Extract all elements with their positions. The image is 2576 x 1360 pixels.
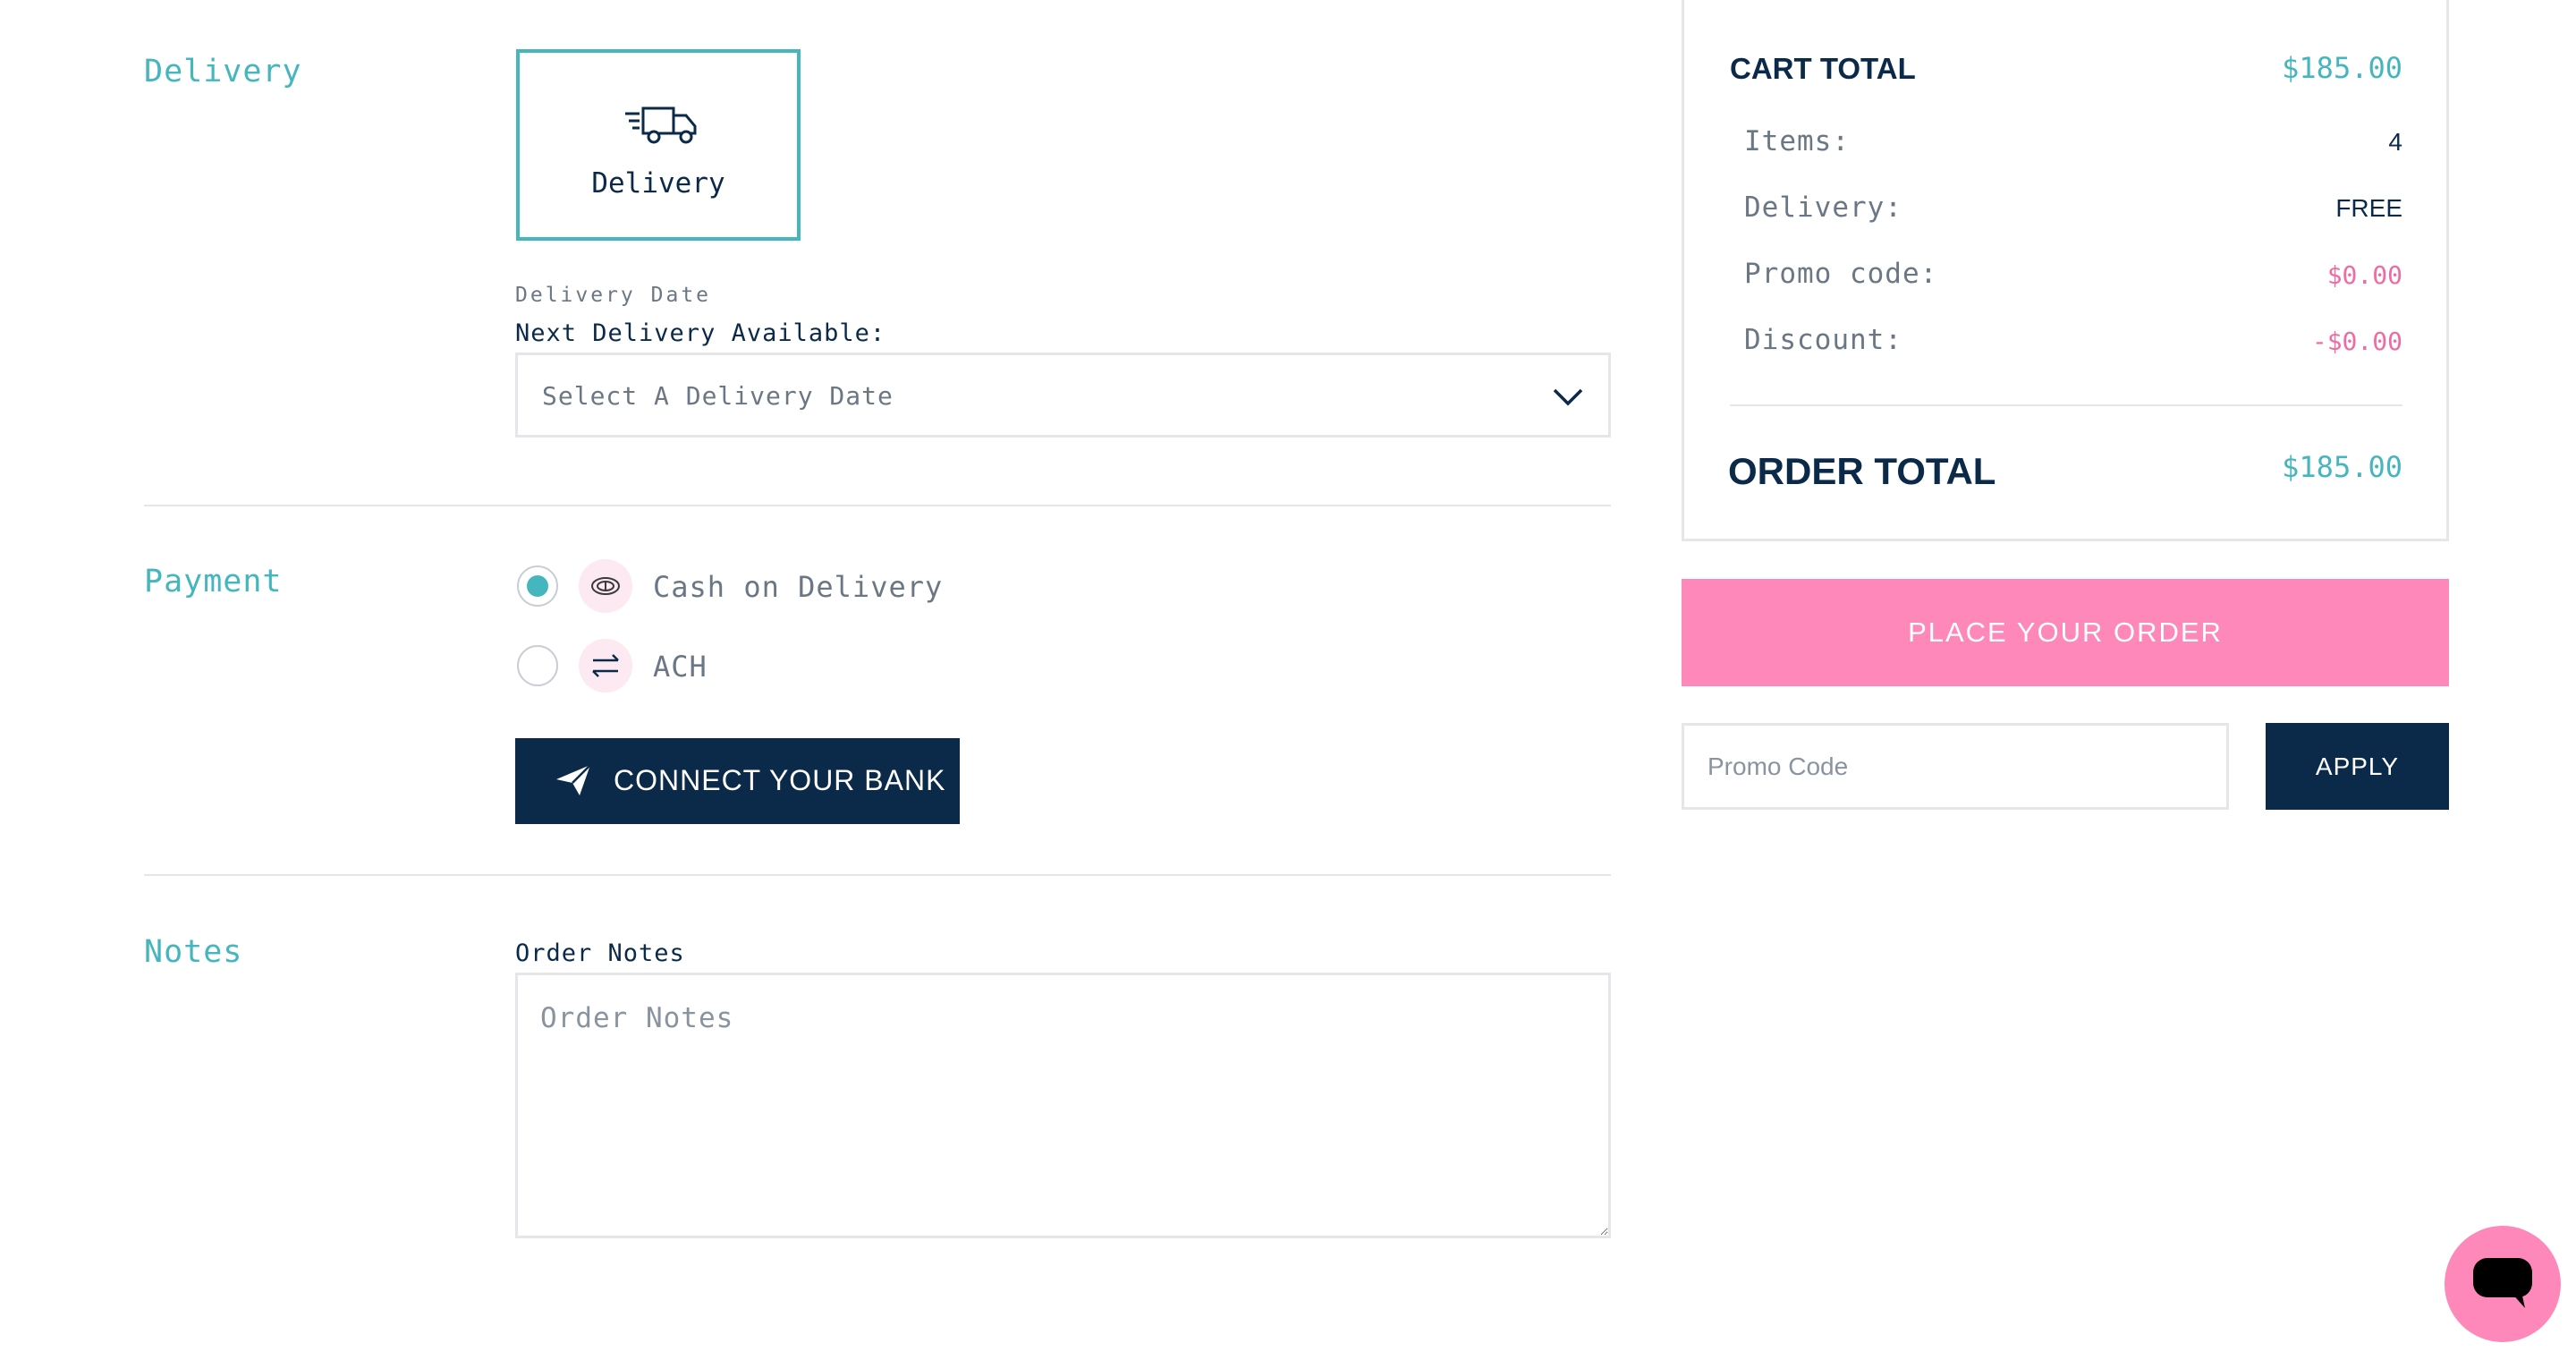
section-label-delivery: Delivery [144, 54, 302, 89]
summary-items-label: Items: [1744, 125, 1850, 157]
summary-items-value: 4 [2388, 128, 2402, 156]
section-label-payment: Payment [144, 564, 283, 599]
paper-plane-icon [556, 764, 591, 795]
cart-total-label: CART TOTAL [1730, 52, 1916, 85]
summary-delivery-value: FREE [2335, 194, 2402, 222]
place-order-button[interactable]: PLACE YOUR ORDER [1682, 579, 2449, 686]
cash-icon-wrap [579, 559, 632, 613]
delivery-date-select-value: Select A Delivery Date [542, 381, 894, 411]
chat-launcher-button[interactable] [2445, 1226, 2561, 1342]
connect-bank-label: CONNECT YOUR BANK [614, 764, 946, 796]
chat-bubble-icon [2473, 1258, 2532, 1308]
payment-option-label[interactable]: ACH [653, 650, 708, 684]
delivery-truck-icon [625, 106, 697, 144]
payment-option-label[interactable]: Cash on Delivery [653, 570, 943, 604]
next-delivery-label: Next Delivery Available: [515, 319, 886, 347]
summary-promo-label: Promo code: [1744, 258, 1938, 290]
radio-selected-dot [527, 575, 548, 597]
order-total-label: ORDER TOTAL [1728, 450, 1996, 492]
cart-total-value: $185.00 [2282, 51, 2402, 85]
section-divider [144, 505, 1611, 506]
transfer-arrows-icon [592, 654, 619, 677]
summary-discount-label: Discount: [1744, 324, 1902, 356]
summary-divider [1730, 404, 2402, 406]
order-notes-label: Order Notes [515, 939, 685, 967]
promo-code-input[interactable] [1682, 723, 2229, 810]
delivery-option-label: Delivery [591, 167, 725, 200]
radio-ach[interactable] [517, 645, 558, 686]
summary-discount-value: -$0.00 [2311, 327, 2402, 356]
section-label-notes: Notes [144, 934, 243, 970]
chevron-down-icon [1553, 388, 1583, 406]
cash-icon [591, 577, 620, 595]
summary-promo-value: $0.00 [2326, 260, 2402, 290]
transfer-icon-wrap [579, 639, 632, 693]
order-notes-textarea[interactable] [515, 973, 1611, 1238]
apply-promo-button[interactable]: APPLY [2266, 723, 2449, 810]
radio-cash-on-delivery[interactable] [517, 565, 558, 607]
order-total-value: $185.00 [2282, 450, 2402, 484]
delivery-option-card[interactable]: Delivery [516, 49, 801, 241]
connect-bank-button[interactable]: CONNECT YOUR BANK [515, 738, 960, 824]
summary-delivery-label: Delivery: [1744, 191, 1902, 224]
delivery-date-select[interactable]: Select A Delivery Date [515, 353, 1611, 438]
section-divider [144, 874, 1611, 876]
delivery-date-label: Delivery Date [515, 284, 712, 307]
